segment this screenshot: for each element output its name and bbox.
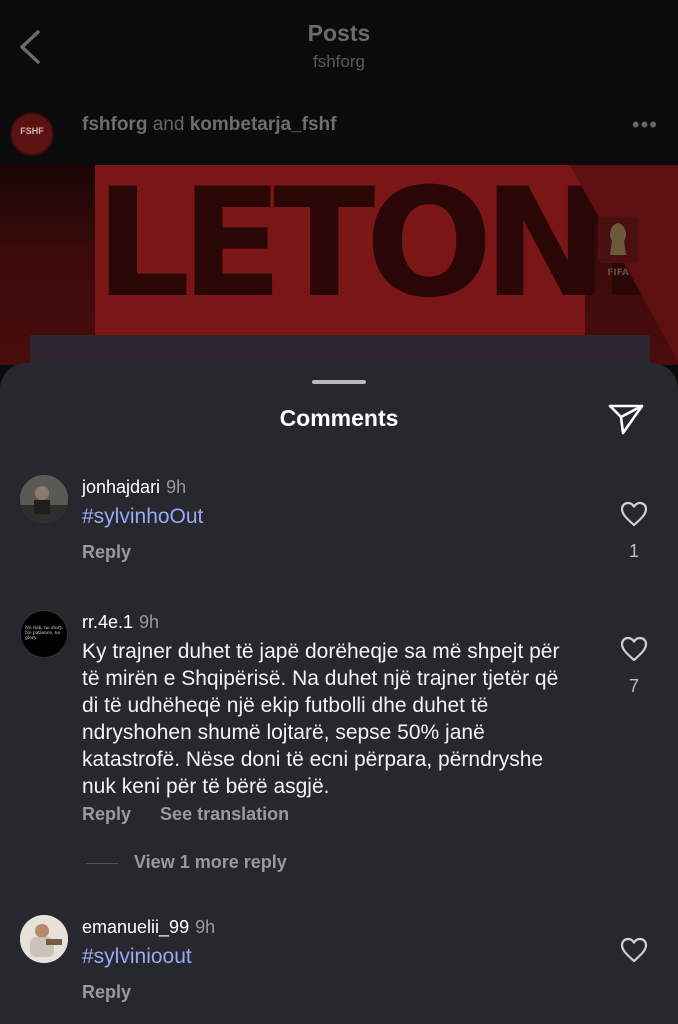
comment-item: jonhajdari 9h #sylvinhoOut Reply 1 [0,473,678,583]
comment-hashtag[interactable]: #sylvinioout [82,943,560,970]
post-coauthor-name[interactable]: kombetarja_fshf [190,114,337,135]
like-count: 7 [628,676,639,696]
comment-header: emanuelii_99 9h [82,917,215,938]
comment-time: 9h [139,612,160,632]
post-author-connector: and [152,114,185,135]
post-crowd-strip [30,335,650,365]
view-more-replies-button[interactable]: View 1 more reply [86,852,287,873]
comment-username[interactable]: jonhajdari [82,477,160,497]
avatar-photo [20,475,68,523]
see-translation-button[interactable]: See translation [160,804,289,824]
avatar[interactable]: No risk, no story. No patience, no glory… [20,610,68,658]
comment-item: No risk, no story. No patience, no glory… [0,608,678,888]
comment-username[interactable]: emanuelii_99 [82,917,189,937]
badge-text: FIFA [607,268,629,278]
top-bar: Posts fshforg [0,0,678,100]
avatar-crest-text: FSHF [20,126,44,136]
like-count: 1 [628,541,639,561]
post-header: FSHF fshforg and kombetarja_fshf ••• [0,100,678,160]
reply-button[interactable]: Reply [82,804,131,824]
post-authors[interactable]: fshforg and kombetarja_fshf [82,114,336,136]
heart-icon[interactable] [620,937,648,963]
reply-button[interactable]: Reply [82,982,131,1002]
comments-sheet: Comments jonhajdari 9h #sylvinhoOut Reply… [0,363,678,1024]
sheet-grabber[interactable] [312,380,366,384]
comment-actions: Reply [82,542,155,563]
post-author-avatar[interactable]: FSHF [10,112,54,156]
send-icon[interactable] [606,399,646,439]
avatar[interactable] [20,915,68,963]
comments-title: Comments [279,405,399,431]
post-banner-text: LETONI [95,165,654,331]
more-horizontal-icon[interactable]: ••• [632,112,658,138]
comment-username[interactable]: rr.4e.1 [82,612,133,632]
comment-item: emanuelii_99 9h #sylvinioout Reply [0,913,678,1023]
comment-time: 9h [166,477,187,497]
post-author-name[interactable]: fshforg [82,114,147,135]
comment-hashtag[interactable]: #sylvinhoOut [82,503,560,530]
world-cup-badge-icon: FIFA [598,217,638,278]
comment-actions: Reply See translation [82,804,313,825]
heart-icon[interactable] [620,636,648,662]
comment-actions: Reply [82,982,155,1003]
avatar[interactable] [20,475,68,523]
view-more-replies-label: View 1 more reply [134,852,287,872]
post-image: LETONI FIFA [0,165,678,365]
avatar-photo [20,915,68,963]
avatar-quote-text: No risk, no story. No patience, no glory… [25,626,64,641]
reply-button[interactable]: Reply [82,542,131,562]
comment-header: rr.4e.1 9h [82,612,159,633]
comment-time: 9h [195,917,216,937]
page-subtitle: fshforg [313,52,365,71]
comment-header: jonhajdari 9h [82,477,186,498]
reply-thread-line [86,862,118,864]
comment-text: Ky trajner duhet të japë dorëheqje sa më… [82,640,560,798]
heart-icon[interactable] [620,501,648,527]
page-title: Posts [307,20,371,46]
